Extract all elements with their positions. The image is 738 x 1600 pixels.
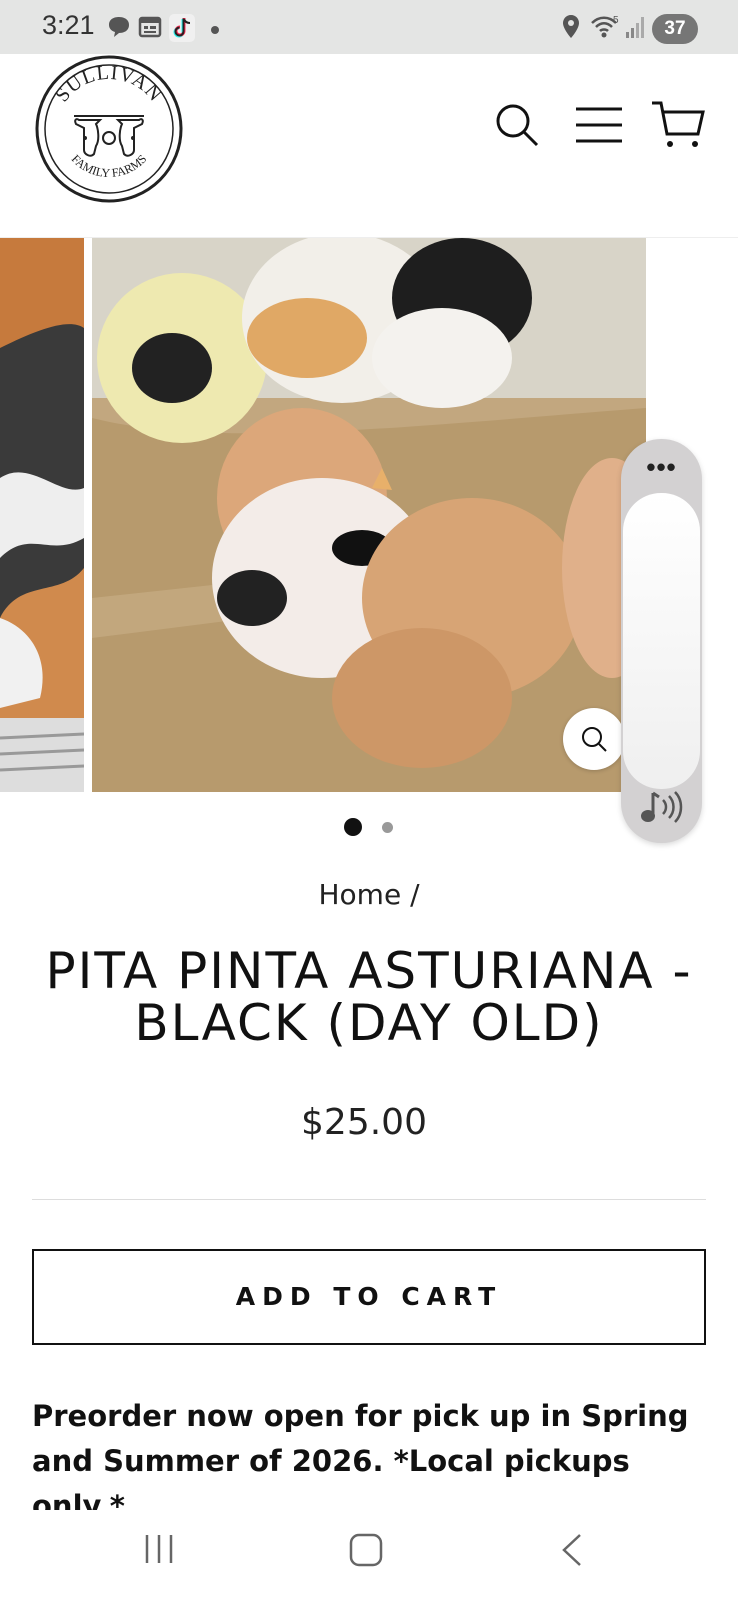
chat-icon xyxy=(109,17,129,37)
more-icon[interactable]: ••• xyxy=(621,454,702,480)
floating-volume-panel[interactable]: ••• xyxy=(621,439,702,843)
product-description: Preorder now open for pick up in Spring … xyxy=(32,1399,689,1523)
pagination-dot[interactable] xyxy=(382,822,393,833)
gallery-pagination xyxy=(0,818,738,838)
menu-icon[interactable] xyxy=(574,106,624,144)
sullivan-family-farms-logo[interactable]: SULLIVAN FAMILY FARMS xyxy=(34,54,184,204)
add-to-cart-button[interactable]: ADD TO CART xyxy=(32,1249,706,1345)
wifi-icon: 5 xyxy=(591,15,619,38)
product-title: PITA PINTA ASTURIANA - BLACK (DAY OLD) xyxy=(45,942,693,1052)
main-product-image[interactable] xyxy=(92,238,646,792)
status-bar: 3:21 5 37 xyxy=(0,0,738,54)
zoom-icon xyxy=(582,727,607,752)
battery-indicator: 37 xyxy=(652,14,698,44)
signal-icon xyxy=(626,17,644,38)
product-price: $25.00 xyxy=(301,1102,427,1143)
status-time: 3:21 xyxy=(42,10,95,40)
network-label: 5 xyxy=(613,15,619,26)
volume-slider[interactable] xyxy=(623,493,700,789)
recents-icon[interactable] xyxy=(142,1532,176,1566)
divider xyxy=(32,1199,706,1200)
dot-icon xyxy=(211,26,219,34)
system-navigation-bar xyxy=(0,1510,738,1600)
back-icon[interactable] xyxy=(558,1532,586,1568)
zoom-button[interactable] xyxy=(563,708,625,770)
cart-icon[interactable] xyxy=(650,100,706,150)
breadcrumb[interactable]: Home / xyxy=(0,878,738,911)
search-icon[interactable] xyxy=(494,102,540,148)
location-icon xyxy=(563,15,579,38)
home-icon[interactable] xyxy=(348,1532,384,1568)
pagination-dot-active[interactable] xyxy=(344,818,362,836)
site-header: SULLIVAN FAMILY FARMS xyxy=(0,54,738,238)
tiktok-icon xyxy=(169,14,195,42)
previous-product-image[interactable] xyxy=(0,238,84,792)
calendar-icon xyxy=(138,16,162,38)
